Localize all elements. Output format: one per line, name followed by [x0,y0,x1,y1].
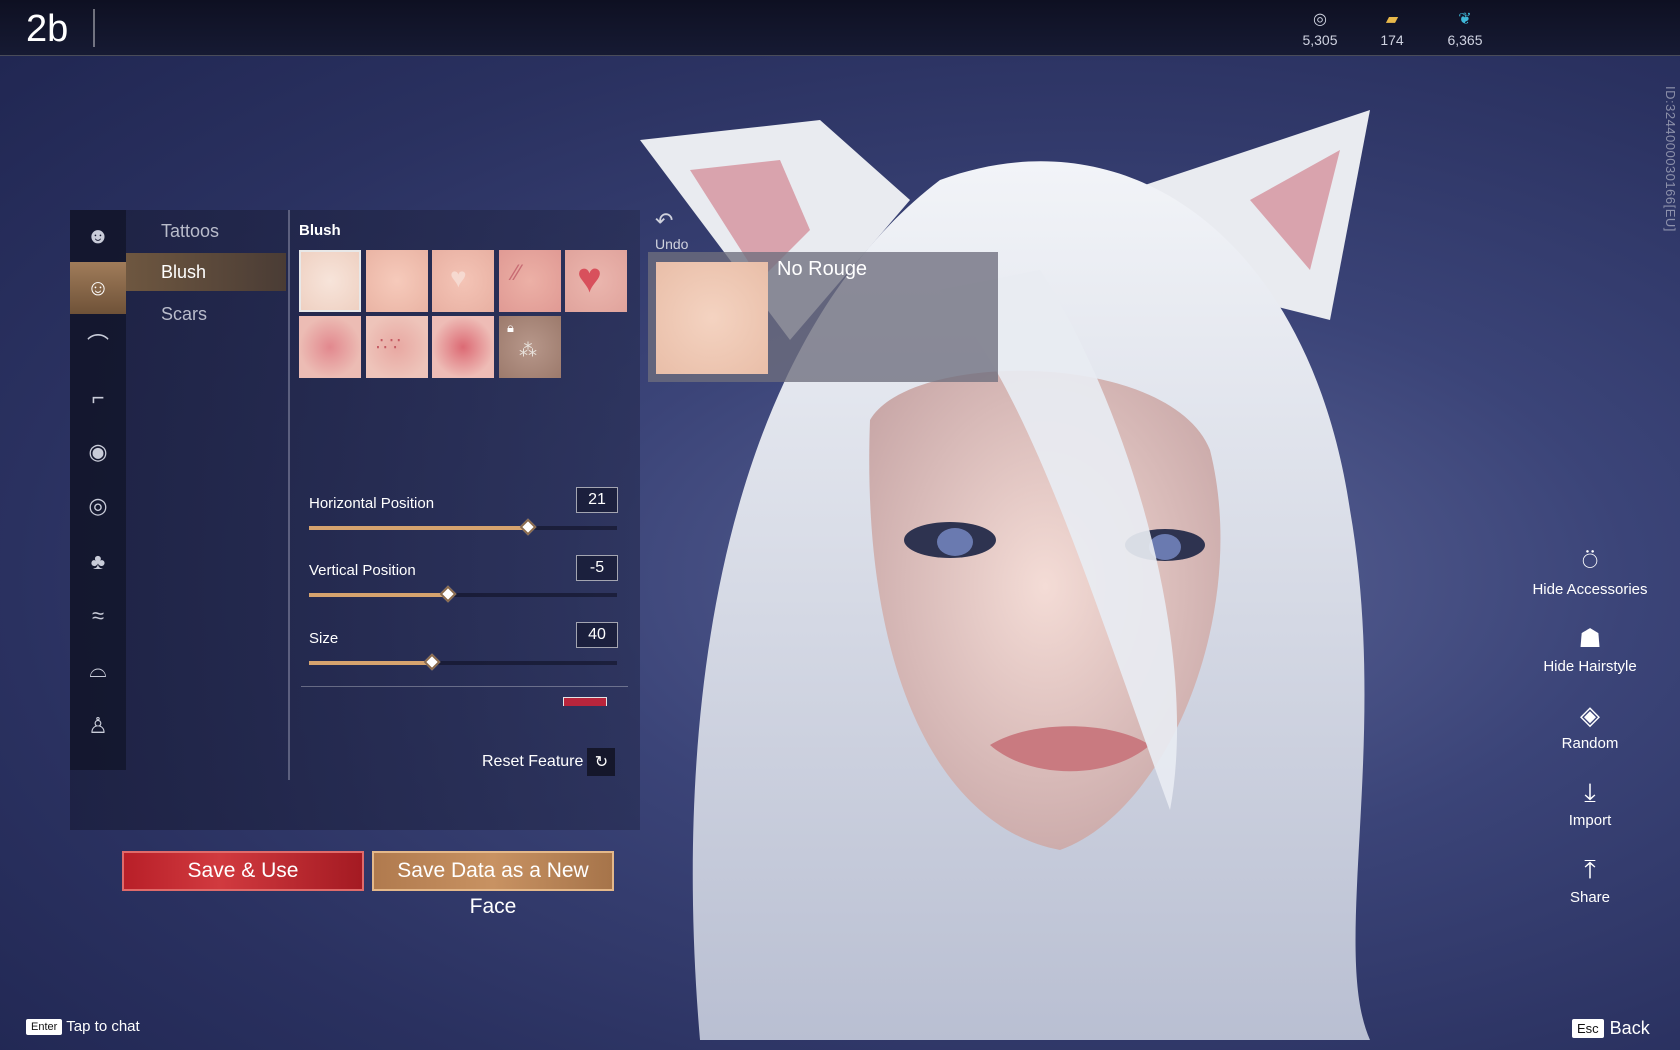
feather-icon: ❦ [1458,11,1472,28]
slider-fill [309,593,448,597]
enter-key: Enter [26,1018,63,1035]
gold-ticket-icon: ▰ [1385,11,1399,28]
slider-fill [309,661,433,665]
undo-button[interactable]: ↶ Undo [655,208,689,253]
accessory-icon: ⍥ [1582,546,1598,576]
horizontal-position-slider[interactable] [309,518,617,536]
tool-label: Share [1569,889,1611,906]
save-as-new-face-button[interactable]: Save Data as a New Face [372,851,614,918]
hide-hairstyle-button[interactable]: ☗ Hide Hairstyle [1520,622,1660,675]
top-bar: 2b ◎ 5,305 ▰ 174 ❦ 6,365 [0,0,1680,56]
currency-value: 6,365 [1447,32,1483,48]
hide-accessories-button[interactable]: ⍥ Hide Accessories [1520,545,1660,598]
slider-value-input[interactable]: 40 [576,622,618,648]
preview-swatch [656,262,768,374]
reset-feature-label: Reset Feature [482,753,584,770]
character-portrait [640,110,1370,1041]
share-icon: ⤒ [1584,854,1596,884]
subcategory-tattoos[interactable]: Tattoos [126,212,286,250]
tool-label: Random [1561,735,1619,752]
eye-detail-icon[interactable]: ◎ [70,480,126,532]
tool-label: Import [1568,812,1612,829]
preview-card: No Rouge [648,252,998,382]
blush-swatch[interactable] [299,250,361,312]
hairstyle-icon: ☗ [1578,623,1602,653]
dice-icon: ◈ [1580,700,1600,730]
mouth-icon[interactable]: ⌓ [70,644,126,696]
blush-swatch[interactable] [299,316,361,378]
esc-key: Esc [1572,1019,1604,1038]
currency-gold: ▰ 174 [1362,10,1422,48]
reset-feature-button[interactable]: Reset Feature ↻ [482,748,616,776]
slider-fill [309,526,528,530]
import-button[interactable]: ⤓ Import [1520,776,1660,829]
currency-value: 174 [1380,32,1404,48]
lips-icon[interactable]: ≈ [70,590,126,642]
blush-swatch[interactable]: ♥ [432,250,494,312]
currency-silver: ◎ 5,305 [1290,10,1350,48]
back-button[interactable]: Esc Back [1572,1018,1650,1039]
category-icon-column: ☻ ☺ ⌒ ⌐ ◉ ◎ ♣ ≈ ⌓ ♙ [70,210,126,770]
lock-icon: 🔒︎ [507,320,514,335]
slider-value-input[interactable]: -5 [576,555,618,581]
undo-label: Undo [655,236,689,252]
size-slider[interactable] [309,653,617,671]
color-row[interactable] [301,686,628,706]
currency-value: 5,305 [1302,32,1338,48]
reset-icon: ↻ [587,748,616,776]
slider-value-input[interactable]: 21 [576,487,618,513]
blush-swatch[interactable]: ⁄⁄ [499,250,561,312]
currency-feather: ❦ 6,365 [1435,10,1495,48]
chat-hint[interactable]: Enter Tap to chat [26,1018,140,1035]
nose-icon[interactable]: ♣ [70,536,126,588]
import-icon: ⤓ [1584,777,1596,807]
preview-name: No Rouge [777,258,868,280]
back-label: Back [1609,1018,1650,1038]
tool-label: Hide Hairstyle [1543,658,1637,675]
undo-icon: ↶ [655,208,674,233]
panel-divider [288,210,290,780]
slider-label: Vertical Position [309,562,416,579]
eye-icon[interactable]: ◉ [70,426,126,478]
slider-label: Size [309,630,339,647]
eyebrow-icon[interactable]: ⌒ [70,318,126,370]
blush-swatch[interactable]: ♥ [565,250,627,312]
save-and-use-button[interactable]: Save & Use [122,851,364,891]
silver-coins-icon: ◎ [1313,11,1327,28]
vertical-position-slider[interactable] [309,585,617,603]
body-icon[interactable]: ♙ [70,700,126,752]
profile-name: 2b [26,8,69,50]
share-button[interactable]: ⤒ Share [1520,853,1660,906]
blush-swatch[interactable]: ∴∵ [366,316,428,378]
color-chip[interactable] [563,697,607,706]
eyelash-icon[interactable]: ⌐ [70,372,126,424]
subcategory-scars[interactable]: Scars [126,295,286,333]
blush-swatch[interactable] [432,316,494,378]
section-title: Blush [299,222,341,239]
makeup-face-icon[interactable]: ☺ [70,262,126,314]
blush-swatch-locked[interactable]: 🔒︎ ⁂ [499,316,561,378]
tool-label: Hide Accessories [1532,581,1648,598]
face-shape-icon[interactable]: ☻ [70,210,126,262]
slider-label: Horizontal Position [309,495,435,512]
chat-label: Tap to chat [66,1018,140,1035]
header-divider [93,9,95,47]
subcategory-blush[interactable]: Blush [126,253,286,291]
blush-swatch[interactable] [366,250,428,312]
server-id: ID:3244000030166[EU] [1663,86,1678,232]
random-button[interactable]: ◈ Random [1520,699,1660,752]
